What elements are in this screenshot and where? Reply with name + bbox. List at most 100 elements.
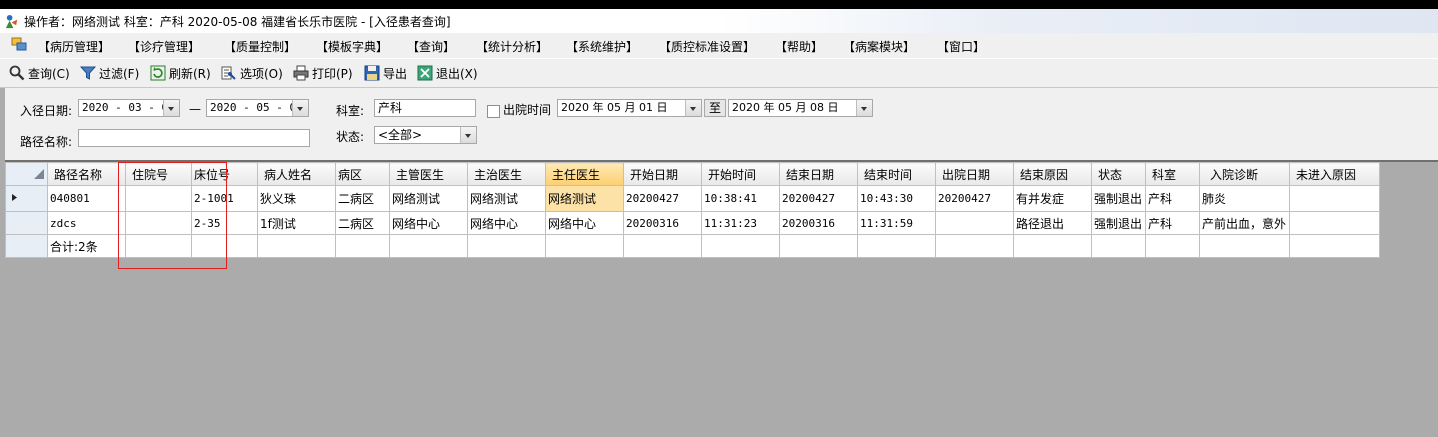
cell[interactable]: 产科 xyxy=(1145,185,1200,212)
path-name-input[interactable] xyxy=(78,129,310,147)
col-header[interactable]: 病人姓名 xyxy=(257,162,336,186)
cell[interactable]: 20200316 xyxy=(623,211,702,235)
cell[interactable]: 10:38:41 xyxy=(701,185,780,212)
cell[interactable]: 2-1001 xyxy=(191,185,258,212)
cell[interactable]: 11:31:59 xyxy=(857,211,936,235)
col-header[interactable]: 路径名称 xyxy=(47,162,126,186)
table-row[interactable]: 040801 2-1001 狄义珠 二病区 网络测试 网络测试 网络测试 202… xyxy=(5,185,1380,212)
print-button[interactable]: 打印(P) xyxy=(293,64,353,82)
cell[interactable] xyxy=(1289,211,1380,235)
funnel-icon xyxy=(80,66,96,80)
cell[interactable] xyxy=(1289,185,1380,212)
current-row-arrow-icon xyxy=(12,194,17,201)
menu-quality-control[interactable]: 【质量控制】 xyxy=(224,38,296,55)
col-header[interactable]: 出院日期 xyxy=(935,162,1014,186)
menu-help[interactable]: 【帮助】 xyxy=(775,38,823,55)
cell[interactable]: 网络中心 xyxy=(389,211,468,235)
cell[interactable] xyxy=(125,185,192,212)
col-header[interactable]: 状态 xyxy=(1091,162,1146,186)
cell[interactable]: 狄义珠 xyxy=(257,185,336,212)
cell[interactable]: 网络中心 xyxy=(467,211,546,235)
cell xyxy=(125,234,192,258)
select-all-corner[interactable] xyxy=(5,162,48,186)
discharge-checkbox[interactable] xyxy=(487,105,500,118)
cell[interactable]: 产前出血，意外 xyxy=(1199,211,1290,235)
cell[interactable] xyxy=(935,211,1014,235)
col-header[interactable]: 开始日期 xyxy=(623,162,702,186)
exit-button[interactable]: 退出(X) xyxy=(417,64,478,82)
col-header[interactable]: 主管医生 xyxy=(389,162,468,186)
window-menu-icon[interactable] xyxy=(11,37,27,51)
cell[interactable]: 强制退出 xyxy=(1091,211,1146,235)
col-header[interactable]: 入院诊断 xyxy=(1199,162,1290,186)
menu-statistics[interactable]: 【统计分析】 xyxy=(476,38,548,55)
cell[interactable]: 网络测试 xyxy=(467,185,546,212)
discharge-date-from[interactable]: 2020 年 05 月 01 日 xyxy=(557,99,702,117)
col-header[interactable]: 结束时间 xyxy=(857,162,936,186)
cell[interactable]: 产科 xyxy=(1145,211,1200,235)
cell[interactable]: 路径退出 xyxy=(1013,211,1092,235)
menu-case-module[interactable]: 【病案模块】 xyxy=(843,38,915,55)
printer-icon xyxy=(293,65,309,81)
col-header[interactable]: 未进入原因 xyxy=(1289,162,1380,186)
cell xyxy=(545,234,624,258)
dept-input[interactable]: 产科 xyxy=(374,99,476,117)
filter-button[interactable]: 过滤(F) xyxy=(80,64,139,82)
cell[interactable]: 20200427 xyxy=(935,185,1014,212)
refresh-button[interactable]: 刷新(R) xyxy=(150,64,211,82)
cell[interactable]: 网络中心 xyxy=(545,211,624,235)
cell[interactable]: 2-35 xyxy=(191,211,258,235)
col-header[interactable]: 床位号 xyxy=(191,162,258,186)
options-button[interactable]: 选项(O) xyxy=(221,64,283,82)
col-header[interactable]: 结束原因 xyxy=(1013,162,1092,186)
cell[interactable]: 强制退出 xyxy=(1091,185,1146,212)
cell[interactable]: 10:43:30 xyxy=(857,185,936,212)
cell[interactable]: zdcs xyxy=(47,211,126,235)
cell[interactable]: 20200316 xyxy=(779,211,858,235)
chevron-down-icon[interactable] xyxy=(685,100,701,116)
chevron-down-icon[interactable] xyxy=(856,100,872,116)
query-label: 查询(C) xyxy=(28,66,70,81)
col-header[interactable]: 病区 xyxy=(335,162,390,186)
menu-system[interactable]: 【系统维护】 xyxy=(566,38,638,55)
menu-window[interactable]: 【窗口】 xyxy=(937,38,985,55)
entry-date-to[interactable]: 2020 - 05 - 08 xyxy=(206,99,309,117)
cell[interactable]: 1f测试 xyxy=(257,211,336,235)
cell[interactable]: 网络测试 xyxy=(389,185,468,212)
col-header[interactable]: 主任医生 xyxy=(545,162,624,186)
cell[interactable]: 11:31:23 xyxy=(701,211,780,235)
menu-qc-standards[interactable]: 【质控标准设置】 xyxy=(659,38,755,55)
export-button[interactable]: 导出 xyxy=(364,64,407,82)
cell[interactable]: 二病区 xyxy=(335,185,390,212)
discharge-date-to[interactable]: 2020 年 05 月 08 日 xyxy=(728,99,873,117)
cell[interactable]: 20200427 xyxy=(779,185,858,212)
cell[interactable] xyxy=(125,211,192,235)
col-header[interactable]: 结束日期 xyxy=(779,162,858,186)
menu-treatment[interactable]: 【诊疗管理】 xyxy=(128,38,200,55)
col-header[interactable]: 科室 xyxy=(1145,162,1200,186)
cell[interactable]: 有并发症 xyxy=(1013,185,1092,212)
chevron-down-icon[interactable] xyxy=(163,100,179,116)
cell[interactable]: 20200427 xyxy=(623,185,702,212)
table-row[interactable]: zdcs 2-35 1f测试 二病区 网络中心 网络中心 网络中心 202003… xyxy=(5,211,1380,235)
cell[interactable]: 040801 xyxy=(47,185,126,212)
col-header[interactable]: 主治医生 xyxy=(467,162,546,186)
cell[interactable]: 肺炎 xyxy=(1199,185,1290,212)
menu-query[interactable]: 【查询】 xyxy=(407,38,455,55)
cell[interactable]: 二病区 xyxy=(335,211,390,235)
row-indicator[interactable] xyxy=(5,211,48,235)
col-header[interactable]: 开始时间 xyxy=(701,162,780,186)
menu-medical-records[interactable]: 【病历管理】 xyxy=(38,38,110,55)
chevron-down-icon[interactable] xyxy=(292,100,308,116)
magnifier-icon xyxy=(9,65,25,81)
row-indicator[interactable] xyxy=(5,185,48,212)
chevron-down-icon[interactable] xyxy=(460,127,476,143)
menu-template-dict[interactable]: 【模板字典】 xyxy=(316,38,388,55)
col-header[interactable]: 住院号 xyxy=(125,162,192,186)
refresh-icon xyxy=(150,65,166,81)
date-range-dash: — xyxy=(189,102,201,116)
query-button[interactable]: 查询(C) xyxy=(9,64,70,82)
entry-date-from[interactable]: 2020 - 03 - 01 xyxy=(78,99,180,117)
selected-cell[interactable]: 网络测试 xyxy=(545,185,624,212)
status-select[interactable]: <全部> xyxy=(374,126,477,144)
